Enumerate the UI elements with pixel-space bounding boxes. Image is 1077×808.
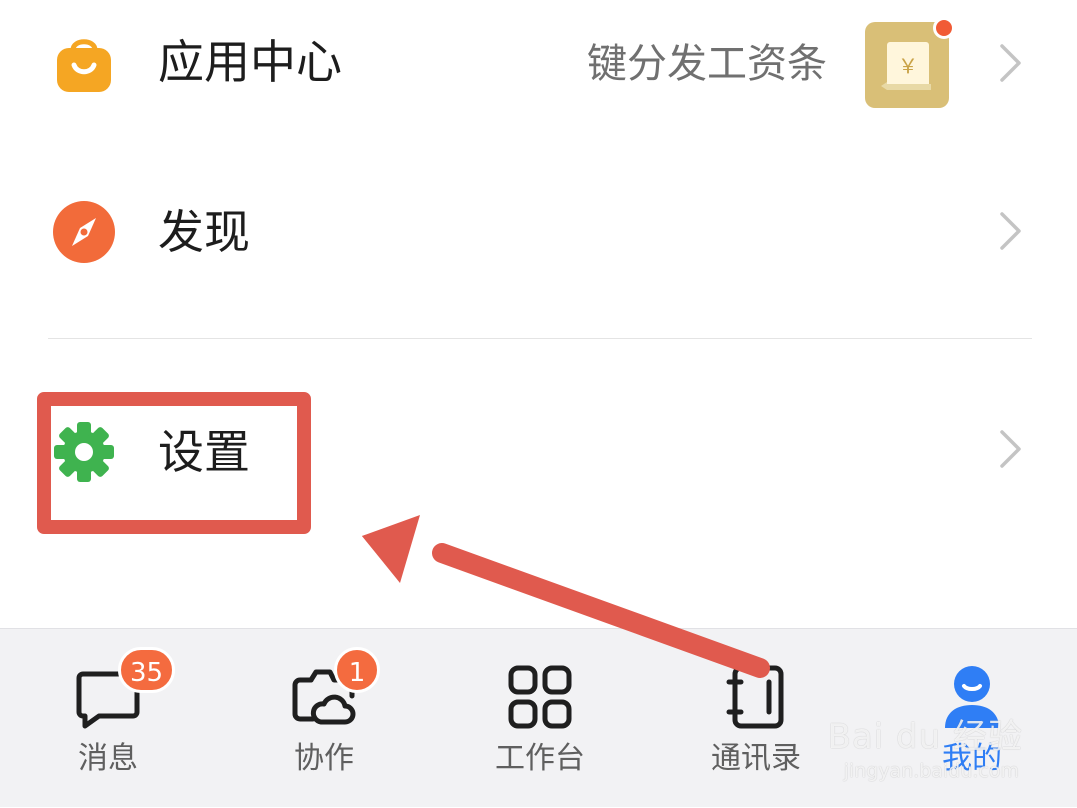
chevron-right-icon <box>1000 44 1021 82</box>
payslip-promo-text: 键分发工资条 <box>587 41 827 87</box>
menu-item-label: 发现 <box>158 205 250 259</box>
tab-label: 协作 <box>294 741 354 776</box>
yuan-symbol: ￥ <box>898 54 918 78</box>
tab-label: 消息 <box>78 741 138 776</box>
chevron-right-icon <box>1000 430 1021 468</box>
tab-label: 工作台 <box>495 741 585 776</box>
unread-badge: 1 <box>334 647 380 693</box>
baidu-watermark: Bai du 经验 <box>827 717 1023 757</box>
shopping-bag-icon <box>57 39 111 92</box>
watermark-url: jingyan.baidu.com <box>843 760 1019 782</box>
highlight-box <box>37 392 311 534</box>
tab-messages[interactable]: 35 消息 <box>0 629 216 808</box>
notification-dot <box>933 17 955 39</box>
menu-item-discover[interactable]: 发现 <box>0 160 1077 300</box>
tab-collaboration[interactable]: 1 协作 <box>216 629 432 808</box>
grid-icon <box>508 665 572 729</box>
contacts-book-icon <box>726 665 784 729</box>
chevron-right-icon <box>1000 212 1021 250</box>
menu-item-app-center[interactable]: 应用中心 键分发工资条 ￥ <box>0 0 1077 130</box>
section-divider <box>48 338 1032 339</box>
unread-badge: 35 <box>118 647 176 693</box>
compass-icon <box>53 201 115 263</box>
menu-item-label: 应用中心 <box>158 35 342 89</box>
tab-workbench[interactable]: 工作台 <box>432 629 648 808</box>
